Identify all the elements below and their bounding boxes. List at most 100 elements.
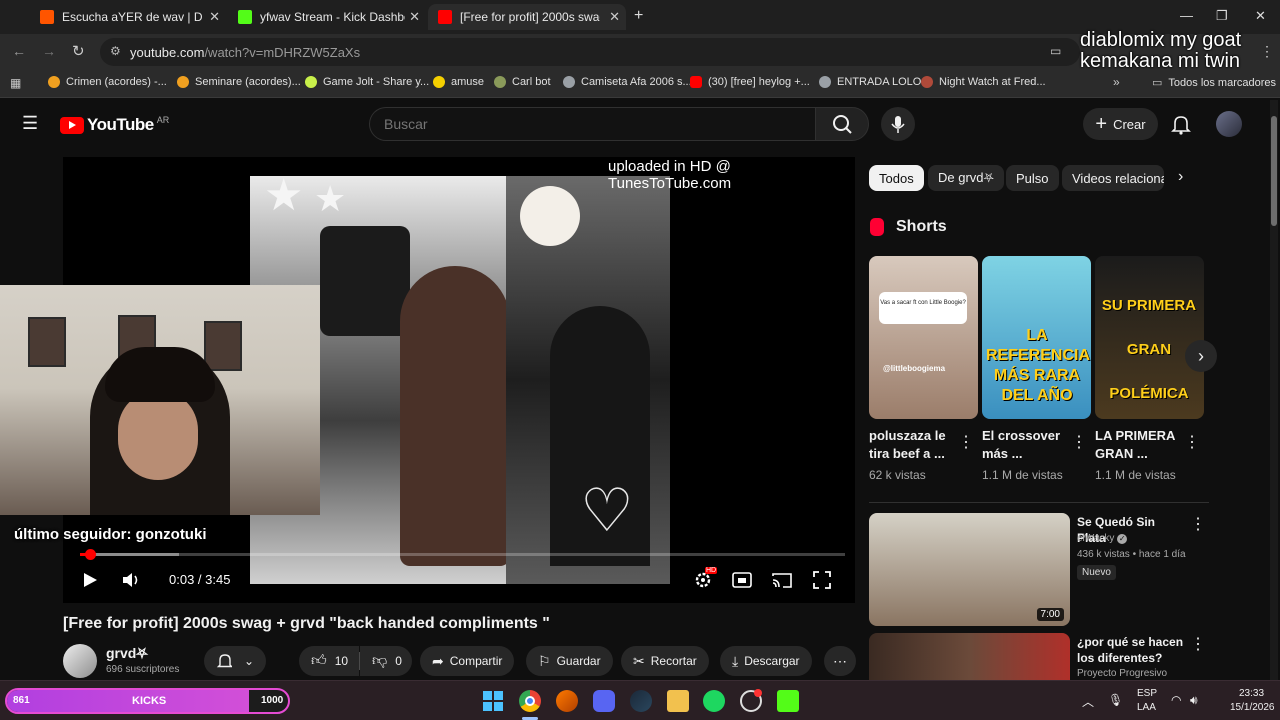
search-button[interactable] [815,107,869,141]
miniplayer-icon[interactable] [732,571,752,589]
cast-icon[interactable] [772,571,792,589]
tray-overflow-icon[interactable]: ︿ [1082,693,1094,710]
avatar[interactable] [1216,111,1242,137]
short-title[interactable]: El crossover más ... [982,427,1064,463]
page-scrollbar[interactable] [1270,100,1278,680]
search-box[interactable] [369,107,815,141]
volume-tray-icon[interactable]: 🔊︎ [1190,693,1198,708]
bookmark-item[interactable]: Night Watch at Fred... [921,76,1046,88]
short-more-icon[interactable]: ⋮ [958,432,974,452]
minimize-icon[interactable]: — [1180,8,1193,23]
bookmark-item[interactable]: ENTRADA LOLO [819,76,921,88]
subscription-bell-button[interactable]: ⌄ [204,646,266,676]
short-more-icon[interactable]: ⋮ [1184,432,1200,452]
all-bookmarks-folder[interactable]: ▭ Todos los marcadores [1152,76,1276,90]
browser-tab[interactable]: yfwav Stream - Kick Dashboard ✕ [228,4,426,30]
close-tab-icon[interactable]: ✕ [409,9,420,25]
wifi-icon[interactable]: ◠ [1171,693,1181,707]
notifications-bell-icon[interactable] [1170,113,1192,135]
video-more-icon[interactable]: ⋮ [1190,634,1206,654]
keyboard-layout[interactable]: LAA [1137,702,1156,713]
video-progress-bar[interactable] [80,549,845,560]
download-button[interactable]: ⤓ Descargar [720,646,812,676]
filter-chip-channel[interactable]: De grvd⛧ [928,165,1004,191]
clip-button[interactable]: ✂ Recortar [621,646,709,676]
globe-icon [563,76,575,88]
file-explorer-icon[interactable] [667,690,689,712]
kick-app-icon[interactable] [777,690,799,712]
chips-next-icon[interactable]: › [1178,168,1183,186]
filter-chip-all[interactable]: Todos [869,165,924,191]
clock-date[interactable]: 15/1/2026 [1230,702,1275,713]
input-language[interactable]: ESP [1137,688,1157,699]
spotify-icon[interactable] [703,690,725,712]
video-more-icon[interactable]: ⋮ [1190,514,1206,534]
fullscreen-icon[interactable] [813,571,831,589]
discord-icon[interactable] [593,690,615,712]
like-button[interactable]: 👍︎ 10 [299,646,359,676]
flower-image [520,186,580,246]
url-bar[interactable]: ⚙ youtube.com/watch?v=mDHRZW5ZaXs ▭ [100,38,1080,66]
bookmark-item[interactable]: Carl bot [494,76,551,88]
create-button[interactable]: + Crear [1083,108,1158,140]
progress-scrubber[interactable] [84,549,96,560]
filter-chip-related[interactable]: Videos relaciona [1062,165,1164,191]
related-video-thumbnail[interactable]: 7:00 [869,513,1070,626]
short-thumbnail[interactable]: LA REFERENCIA MÁS RARA DEL AÑO [982,256,1091,419]
related-video-channel[interactable]: Proyecto Progresivo [1077,668,1167,679]
forward-icon[interactable]: → [42,43,56,59]
last-follower-overlay: último seguidor: gonzotuki [14,526,207,543]
youtube-logo[interactable]: YouTube AR [60,115,169,135]
related-video-thumbnail[interactable] [869,633,1070,680]
bookmark-item[interactable]: (30) [free] heylog +... [690,76,810,88]
site-info-icon[interactable]: ⚙ [110,44,121,58]
close-window-icon[interactable]: ✕ [1255,8,1266,24]
filter-chip-pulso[interactable]: Pulso [1006,165,1059,191]
start-menu-icon[interactable] [482,690,504,712]
bookmark-item[interactable]: Seminare (acordes)... [177,76,301,88]
fl-studio-icon[interactable] [556,690,578,712]
more-actions-button[interactable]: ⋯ [824,646,856,676]
save-button[interactable]: ⚐ Guardar [526,646,613,676]
clock-time[interactable]: 23:33 [1239,688,1264,699]
browser-tab[interactable]: Escucha aYER de wav | Disfruta ✕ [30,4,226,30]
new-tab-icon[interactable]: + [634,7,643,25]
volume-icon[interactable] [121,570,141,590]
bookmark-item[interactable]: Camiseta Afa 2006 s... [563,76,692,88]
menu-icon[interactable]: ☰ [22,113,38,134]
more-bookmarks-icon[interactable]: » [1113,75,1120,89]
close-tab-icon[interactable]: ✕ [209,9,220,25]
short-title[interactable]: poluszaza le tira beef a ... [869,427,951,463]
stream-overlay-text: diablomix my goat kemakana mi twin [1080,30,1241,72]
play-icon[interactable] [81,571,99,589]
voice-search-button[interactable] [881,107,915,141]
short-title[interactable]: LA PRIMERA GRAN ... [1095,427,1177,463]
shorts-next-button[interactable]: › [1185,340,1217,372]
related-video-channel[interactable]: elWacky ✓ [1077,533,1128,544]
steam-icon[interactable] [630,690,652,712]
apps-grid-icon[interactable]: ▦ [10,76,21,90]
channel-name[interactable]: grvd⛧ [106,645,148,662]
chrome-icon[interactable] [519,690,541,712]
browser-tab-active[interactable]: [Free for profit] 2000s swag + g ✕ [428,4,626,30]
globe-icon [819,76,831,88]
close-tab-icon[interactable]: ✕ [609,9,620,25]
verified-icon: ✓ [1117,534,1128,544]
back-icon[interactable]: ← [12,43,26,59]
dislike-button[interactable]: 👎︎ 0 [360,646,412,676]
related-video-title[interactable]: ¿por qué se hacen los diferentes? [1077,634,1187,666]
maximize-icon[interactable]: ❐ [1216,8,1228,24]
microphone-tray-icon[interactable]: 🎙︎ [1108,693,1123,707]
browser-menu-icon[interactable]: ⋮ [1260,43,1274,60]
bookmark-item[interactable]: Crimen (acordes) -... [48,76,167,88]
short-thumbnail[interactable]: Vas a sacar ft con Little Boogie? @littl… [869,256,978,419]
reload-icon[interactable]: ↻ [72,42,85,60]
short-more-icon[interactable]: ⋮ [1071,432,1087,452]
channel-avatar[interactable] [63,644,97,678]
bookmark-item[interactable]: amuse [433,76,484,88]
share-button[interactable]: ➦ Compartir [420,646,515,676]
bookmark-item[interactable]: Game Jolt - Share y... [305,76,429,88]
short-thumbnail[interactable]: SU PRIMERA GRAN POLÉMICA [1095,256,1204,419]
search-input[interactable] [384,116,764,132]
cast-tab-icon[interactable]: ▭ [1050,44,1061,58]
